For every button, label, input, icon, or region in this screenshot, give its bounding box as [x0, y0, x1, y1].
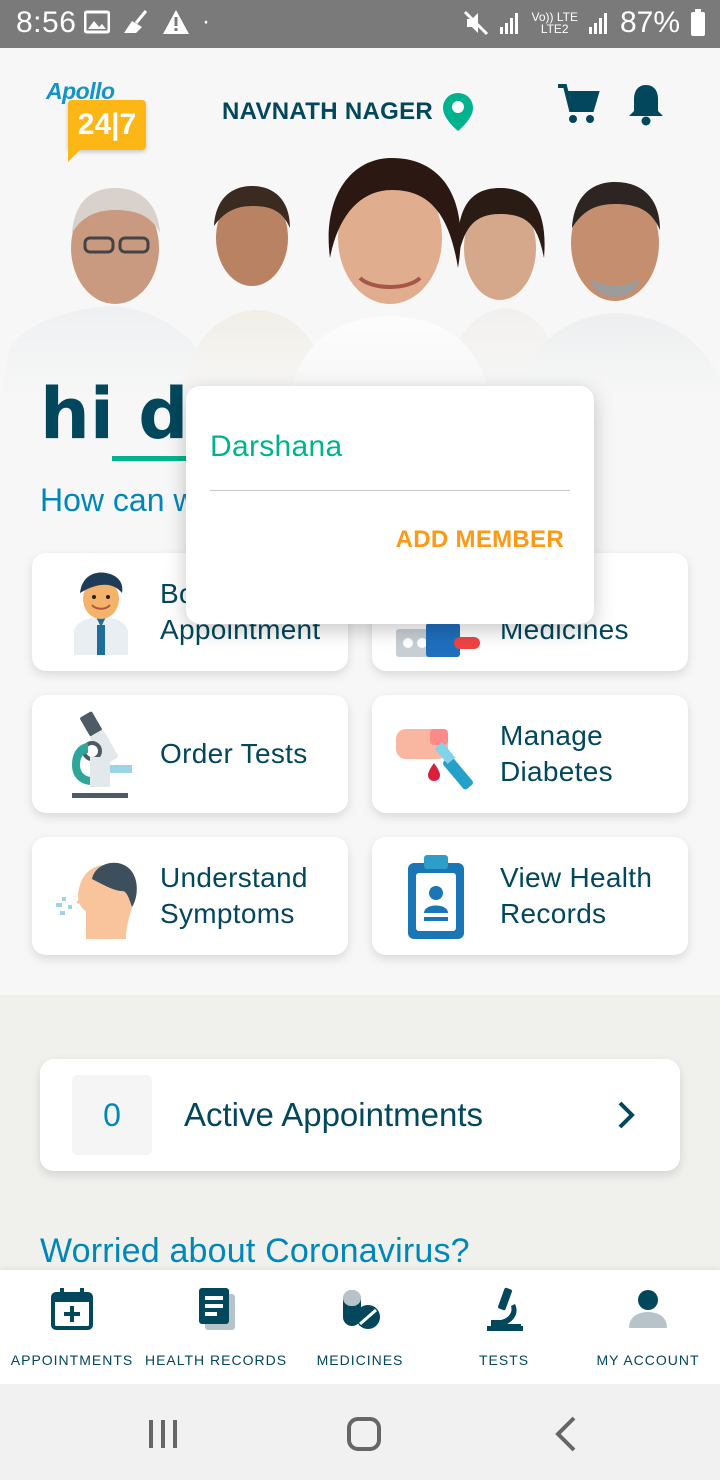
location-selector[interactable]: NAVNATH NAGER — [222, 92, 475, 132]
card-view-health-records[interactable]: View Health Records — [372, 837, 688, 955]
nav-medicines[interactable]: MEDICINES — [288, 1270, 432, 1384]
nav-label: HEALTH RECORDS — [144, 1352, 288, 1368]
account-icon — [629, 1290, 667, 1328]
card-label: Order Tests — [160, 738, 308, 769]
battery-icon — [691, 9, 705, 36]
signal-icon-2 — [588, 13, 607, 34]
member-switch-popup: Darshana ADD MEMBER — [186, 386, 594, 624]
card-label: View Health Records — [500, 862, 653, 929]
card-label: Manage Diabetes — [500, 720, 613, 787]
health-records-icon — [408, 855, 464, 939]
chevron-right-icon — [618, 1101, 635, 1129]
recent-apps-icon[interactable] — [146, 1418, 180, 1450]
pill-icon — [343, 1290, 380, 1329]
popup-divider — [210, 490, 570, 491]
nav-label: TESTS — [478, 1352, 530, 1368]
gallery-icon — [84, 10, 110, 34]
bell-icon[interactable] — [626, 82, 666, 126]
active-appointments-label: Active Appointments — [184, 1096, 483, 1133]
microscope-icon — [487, 1287, 523, 1331]
card-order-tests[interactable]: Order Tests — [32, 695, 348, 813]
network-label: Vo)) LTE LTE2 — [531, 11, 577, 35]
card-label: Understand Symptoms — [160, 862, 308, 929]
back-icon[interactable] — [554, 1416, 578, 1452]
cart-icon[interactable] — [556, 82, 600, 126]
nav-health-records[interactable]: HEALTH RECORDS — [144, 1270, 288, 1384]
dot-icon: · — [202, 8, 210, 35]
symptoms-icon — [56, 862, 137, 939]
status-bar: 8:56 · Vo)) LTE LTE2 87% — [0, 0, 720, 48]
status-time: 8:56 — [16, 6, 77, 39]
add-member-button[interactable]: ADD MEMBER — [396, 526, 564, 554]
records-icon — [199, 1288, 235, 1330]
nav-label: MEDICINES — [316, 1352, 404, 1368]
status-right: Vo)) LTE LTE2 87% — [463, 6, 706, 40]
member-option-darshana[interactable]: Darshana — [210, 430, 342, 464]
system-navigation-bar — [0, 1384, 720, 1480]
nav-label: MY ACCOUNT — [596, 1352, 700, 1368]
greeting-underline[interactable] — [112, 456, 188, 461]
location-label: NAVNATH NAGER — [222, 98, 434, 125]
microscope-icon — [72, 711, 132, 798]
nav-tests[interactable]: TESTS — [432, 1270, 576, 1384]
coronavirus-heading: Worried about Coronavirus? — [40, 1232, 470, 1270]
doctors-illustration — [0, 138, 720, 398]
blood-test-icon — [396, 729, 473, 790]
mute-icon — [464, 10, 489, 36]
active-appointments-card[interactable]: 0 Active Appointments — [40, 1059, 680, 1171]
card-understand-symptoms[interactable]: Understand Symptoms — [32, 837, 348, 955]
active-appointments-count: 0 — [72, 1075, 152, 1155]
nav-label: APPOINTMENTS — [10, 1352, 134, 1368]
signal-icon — [500, 13, 519, 34]
nav-appointments[interactable]: APPOINTMENTS — [0, 1270, 144, 1384]
cleaner-icon — [124, 10, 148, 33]
doctor-icon — [74, 572, 128, 655]
location-pin-icon — [443, 93, 474, 131]
home-icon[interactable] — [346, 1416, 382, 1452]
nav-my-account[interactable]: MY ACCOUNT — [576, 1270, 720, 1384]
card-manage-diabetes[interactable]: Manage Diabetes — [372, 695, 688, 813]
network-bottom: LTE2 — [540, 22, 569, 36]
status-left-icons: · — [84, 8, 210, 36]
warning-icon — [163, 10, 189, 34]
greeting-subtitle: How can w — [40, 482, 197, 518]
bottom-navigation: APPOINTMENTS HEALTH RECORDS MEDICINES TE… — [0, 1270, 720, 1384]
calendar-plus-icon — [51, 1288, 93, 1330]
battery-percent: 87% — [619, 6, 680, 39]
